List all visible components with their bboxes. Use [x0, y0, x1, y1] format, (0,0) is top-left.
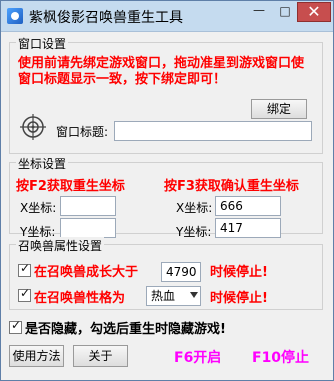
- summon-settings-legend: 召唤兽属性设置: [16, 237, 105, 254]
- window-title: 紫枫俊影召唤兽重生工具: [29, 10, 183, 26]
- hide-game-checkbox[interactable]: [9, 318, 22, 334]
- x-label-left: X坐标:: [20, 201, 57, 215]
- nature-select-value: 热血: [151, 289, 176, 303]
- hide-game-label: 是否隐藏，勾选后重生时隐藏游戏!: [25, 322, 226, 337]
- nature-stop-text: 时候停止!: [210, 291, 268, 306]
- growth-input[interactable]: 4790: [161, 262, 201, 282]
- f2-hint-text: 按F2获取重生坐标: [16, 179, 125, 194]
- f10-stop-text: F10停止: [252, 350, 310, 366]
- y-input-left[interactable]: [60, 218, 116, 238]
- title-bar[interactable]: 紫枫俊影召唤兽重生工具 — □ ✕: [1, 1, 333, 32]
- growth-label: 在召唤兽成长大于: [34, 265, 139, 280]
- crosshair-icon: [20, 114, 46, 140]
- nature-checkbox[interactable]: [18, 286, 31, 302]
- minimize-button[interactable]: —: [245, 2, 273, 22]
- about-button[interactable]: 关于: [73, 345, 128, 367]
- f6-start-text: F6开启: [174, 350, 222, 366]
- crosshair-drag-target[interactable]: [20, 114, 46, 140]
- bind-instruction-text: 使用前请先绑定游戏窗口，拖动准星到游戏窗口使窗口标题显示一致，按下绑定即可！: [18, 56, 305, 87]
- f3-hint-text: 按F3获取确认重生坐标: [164, 179, 299, 194]
- chevron-down-icon: [190, 292, 198, 298]
- window-settings-legend: 窗口设置: [16, 35, 69, 52]
- main-window: 紫枫俊影召唤兽重生工具 — □ ✕ 窗口设置 使用前请先绑定游戏窗口，拖动准星到…: [0, 0, 334, 381]
- summon-settings-group: 召唤兽属性设置 在召唤兽成长大于 4790 时候停止! 在召唤兽性格为 热血 时…: [9, 237, 323, 310]
- growth-stop-text: 时候停止!: [210, 265, 268, 280]
- x-label-right: X坐标:: [176, 201, 213, 215]
- window-title-input[interactable]: [114, 121, 312, 141]
- x-input-left[interactable]: [60, 196, 116, 216]
- nature-select[interactable]: 热血: [146, 286, 201, 306]
- close-button[interactable]: ✕: [297, 2, 331, 22]
- coords-legend: 坐标设置: [16, 155, 69, 172]
- y-input-right[interactable]: 417: [215, 218, 281, 238]
- growth-checkbox[interactable]: [18, 261, 31, 277]
- window-settings-group: 窗口设置 使用前请先绑定游戏窗口，拖动准星到游戏窗口使窗口标题显示一致，按下绑定…: [9, 35, 323, 154]
- nature-label: 在召唤兽性格为: [34, 291, 126, 306]
- y-label-right: Y坐标:: [176, 225, 212, 239]
- window-title-label: 窗口标题:: [56, 125, 109, 139]
- bind-button[interactable]: 绑定: [251, 99, 307, 119]
- app-icon: [7, 8, 23, 24]
- x-input-right[interactable]: 666: [215, 196, 281, 216]
- usage-button[interactable]: 使用方法: [9, 345, 64, 367]
- coords-group: 坐标设置 按F2获取重生坐标 按F3获取确认重生坐标 X坐标: Y坐标: X坐标…: [9, 155, 323, 239]
- maximize-button[interactable]: □: [273, 2, 297, 22]
